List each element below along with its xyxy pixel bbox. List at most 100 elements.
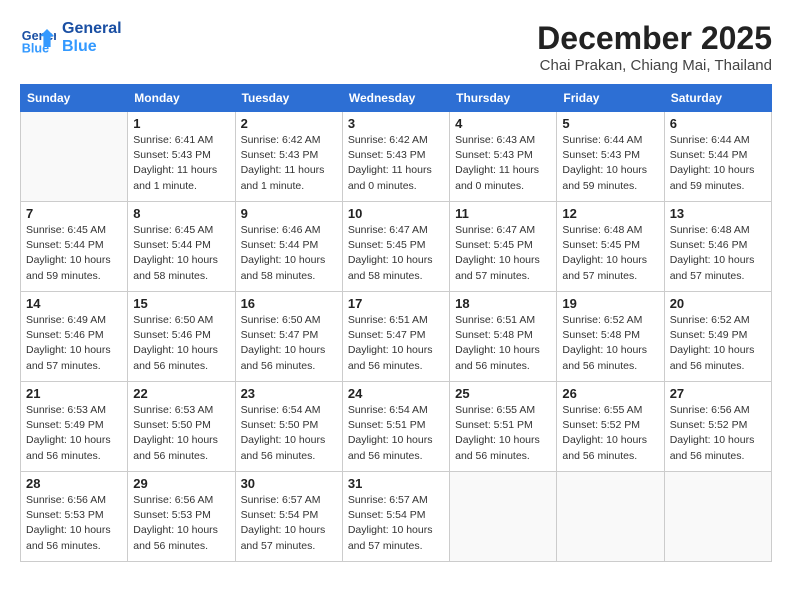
day-number: 10: [348, 206, 444, 221]
calendar-cell: 6 Sunrise: 6:44 AM Sunset: 5:44 PM Daylig…: [664, 112, 771, 202]
day-info: Sunrise: 6:50 AM Sunset: 5:46 PM Dayligh…: [133, 313, 229, 374]
day-number: 18: [455, 296, 551, 311]
week-row-3: 14Sunrise: 6:49 AM Sunset: 5:46 PM Dayli…: [21, 292, 772, 382]
calendar-cell: 18 Sunrise: 6:51 AM Sunset: 5:48 PM Dayli…: [450, 292, 557, 382]
calendar-cell: 11 Sunrise: 6:47 AM Sunset: 5:45 PM Dayli…: [450, 202, 557, 292]
calendar-cell: 1Sunrise: 6:41 AM Sunset: 5:43 PM Daylig…: [128, 112, 235, 202]
title-block: December 2025 Chai Prakan, Chiang Mai, T…: [537, 20, 772, 74]
week-row-2: 7 Sunrise: 6:45 AM Sunset: 5:44 PM Daylig…: [21, 202, 772, 292]
calendar-cell: 19 Sunrise: 6:52 AM Sunset: 5:48 PM Dayli…: [557, 292, 664, 382]
day-number: 23: [241, 386, 337, 401]
day-info: Sunrise: 6:57 AM Sunset: 5:54 PM Dayligh…: [348, 493, 444, 554]
location: Chai Prakan, Chiang Mai, Thailand: [537, 57, 772, 74]
calendar-cell: 29 Sunrise: 6:56 AM Sunset: 5:53 PM Dayli…: [128, 472, 235, 562]
calendar-cell: 26 Sunrise: 6:55 AM Sunset: 5:52 PM Dayli…: [557, 382, 664, 472]
weekday-header-tuesday: Tuesday: [235, 85, 342, 112]
day-info: Sunrise: 6:54 AM Sunset: 5:50 PM Dayligh…: [241, 403, 337, 464]
day-number: 15: [133, 296, 229, 311]
calendar-cell: 23 Sunrise: 6:54 AM Sunset: 5:50 PM Dayli…: [235, 382, 342, 472]
weekday-header-wednesday: Wednesday: [342, 85, 449, 112]
day-number: 31: [348, 476, 444, 491]
calendar-cell: 3 Sunrise: 6:42 AM Sunset: 5:43 PM Daylig…: [342, 112, 449, 202]
day-number: 11: [455, 206, 551, 221]
weekday-header-thursday: Thursday: [450, 85, 557, 112]
day-number: 27: [670, 386, 766, 401]
calendar-cell: 21 Sunrise: 6:53 AM Sunset: 5:49 PM Dayli…: [21, 382, 128, 472]
calendar-cell: 8 Sunrise: 6:45 AM Sunset: 5:44 PM Daylig…: [128, 202, 235, 292]
day-number: 20: [670, 296, 766, 311]
day-info: Sunrise: 6:56 AM Sunset: 5:52 PM Dayligh…: [670, 403, 766, 464]
day-info: Sunrise: 6:51 AM Sunset: 5:48 PM Dayligh…: [455, 313, 551, 374]
calendar-cell: 27 Sunrise: 6:56 AM Sunset: 5:52 PM Dayli…: [664, 382, 771, 472]
day-number: 7: [26, 206, 122, 221]
day-number: 26: [562, 386, 658, 401]
day-info: Sunrise: 6:53 AM Sunset: 5:50 PM Dayligh…: [133, 403, 229, 464]
calendar-cell: 20 Sunrise: 6:52 AM Sunset: 5:49 PM Dayli…: [664, 292, 771, 382]
day-number: 24: [348, 386, 444, 401]
weekday-header-monday: Monday: [128, 85, 235, 112]
day-info: Sunrise: 6:47 AM Sunset: 5:45 PM Dayligh…: [348, 223, 444, 284]
day-number: 16: [241, 296, 337, 311]
calendar-cell: 16 Sunrise: 6:50 AM Sunset: 5:47 PM Dayli…: [235, 292, 342, 382]
day-number: 19: [562, 296, 658, 311]
calendar-cell: [664, 472, 771, 562]
day-info: Sunrise: 6:51 AM Sunset: 5:47 PM Dayligh…: [348, 313, 444, 374]
calendar-cell: 12 Sunrise: 6:48 AM Sunset: 5:45 PM Dayli…: [557, 202, 664, 292]
day-info: Sunrise: 6:53 AM Sunset: 5:49 PM Dayligh…: [26, 403, 122, 464]
day-info: Sunrise: 6:54 AM Sunset: 5:51 PM Dayligh…: [348, 403, 444, 464]
day-info: Sunrise: 6:57 AM Sunset: 5:54 PM Dayligh…: [241, 493, 337, 554]
day-info: Sunrise: 6:43 AM Sunset: 5:43 PM Dayligh…: [455, 133, 551, 194]
day-info: Sunrise: 6:56 AM Sunset: 5:53 PM Dayligh…: [133, 493, 229, 554]
day-info: Sunrise: 6:48 AM Sunset: 5:45 PM Dayligh…: [562, 223, 658, 284]
day-number: 9: [241, 206, 337, 221]
day-info: Sunrise: 6:41 AM Sunset: 5:43 PM Dayligh…: [133, 133, 229, 194]
day-info: Sunrise: 6:48 AM Sunset: 5:46 PM Dayligh…: [670, 223, 766, 284]
day-number: 17: [348, 296, 444, 311]
calendar-cell: 13 Sunrise: 6:48 AM Sunset: 5:46 PM Dayli…: [664, 202, 771, 292]
calendar-cell: 31 Sunrise: 6:57 AM Sunset: 5:54 PM Dayli…: [342, 472, 449, 562]
day-info: Sunrise: 6:50 AM Sunset: 5:47 PM Dayligh…: [241, 313, 337, 374]
day-number: 8: [133, 206, 229, 221]
day-info: Sunrise: 6:52 AM Sunset: 5:49 PM Dayligh…: [670, 313, 766, 374]
day-info: Sunrise: 6:55 AM Sunset: 5:52 PM Dayligh…: [562, 403, 658, 464]
day-number: 29: [133, 476, 229, 491]
day-number: 25: [455, 386, 551, 401]
day-number: 4: [455, 116, 551, 131]
day-info: Sunrise: 6:42 AM Sunset: 5:43 PM Dayligh…: [241, 133, 337, 194]
calendar-cell: 5 Sunrise: 6:44 AM Sunset: 5:43 PM Daylig…: [557, 112, 664, 202]
day-number: 12: [562, 206, 658, 221]
day-info: Sunrise: 6:44 AM Sunset: 5:43 PM Dayligh…: [562, 133, 658, 194]
day-number: 28: [26, 476, 122, 491]
weekday-header-row: SundayMondayTuesdayWednesdayThursdayFrid…: [21, 85, 772, 112]
day-info: Sunrise: 6:52 AM Sunset: 5:48 PM Dayligh…: [562, 313, 658, 374]
calendar-cell: [557, 472, 664, 562]
calendar-cell: [450, 472, 557, 562]
calendar-cell: 30 Sunrise: 6:57 AM Sunset: 5:54 PM Dayli…: [235, 472, 342, 562]
day-number: 3: [348, 116, 444, 131]
week-row-1: 1Sunrise: 6:41 AM Sunset: 5:43 PM Daylig…: [21, 112, 772, 202]
day-number: 6: [670, 116, 766, 131]
day-info: Sunrise: 6:45 AM Sunset: 5:44 PM Dayligh…: [26, 223, 122, 284]
day-info: Sunrise: 6:45 AM Sunset: 5:44 PM Dayligh…: [133, 223, 229, 284]
day-info: Sunrise: 6:47 AM Sunset: 5:45 PM Dayligh…: [455, 223, 551, 284]
day-number: 5: [562, 116, 658, 131]
day-number: 21: [26, 386, 122, 401]
weekday-header-sunday: Sunday: [21, 85, 128, 112]
day-number: 22: [133, 386, 229, 401]
month-title: December 2025: [537, 20, 772, 57]
weekday-header-saturday: Saturday: [664, 85, 771, 112]
calendar-cell: 4 Sunrise: 6:43 AM Sunset: 5:43 PM Daylig…: [450, 112, 557, 202]
day-info: Sunrise: 6:44 AM Sunset: 5:44 PM Dayligh…: [670, 133, 766, 194]
logo-icon: General Blue: [20, 20, 56, 56]
day-number: 13: [670, 206, 766, 221]
logo-general: General: [62, 20, 122, 38]
weekday-header-friday: Friday: [557, 85, 664, 112]
calendar-cell: 24 Sunrise: 6:54 AM Sunset: 5:51 PM Dayli…: [342, 382, 449, 472]
calendar-cell: 17 Sunrise: 6:51 AM Sunset: 5:47 PM Dayli…: [342, 292, 449, 382]
day-info: Sunrise: 6:56 AM Sunset: 5:53 PM Dayligh…: [26, 493, 122, 554]
page-header: General Blue General Blue December 2025 …: [20, 20, 772, 74]
day-info: Sunrise: 6:42 AM Sunset: 5:43 PM Dayligh…: [348, 133, 444, 194]
day-info: Sunrise: 6:49 AM Sunset: 5:46 PM Dayligh…: [26, 313, 122, 374]
day-number: 30: [241, 476, 337, 491]
calendar-cell: 25Sunrise: 6:55 AM Sunset: 5:51 PM Dayli…: [450, 382, 557, 472]
